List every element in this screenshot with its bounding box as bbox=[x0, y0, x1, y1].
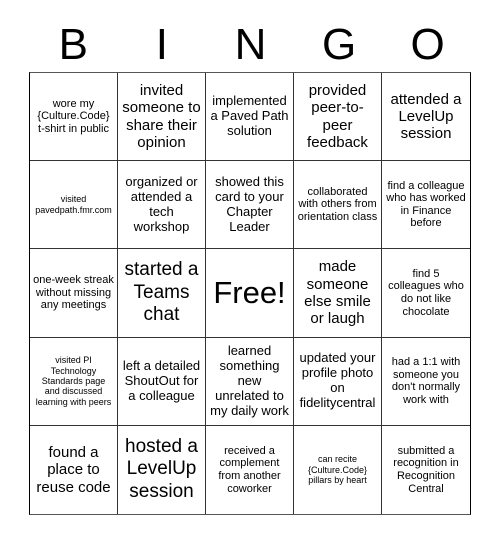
free-space-cell[interactable]: Free! bbox=[206, 249, 294, 338]
bingo-cell-text: received a complement from another cowor… bbox=[218, 444, 281, 495]
bingo-cell[interactable]: left a detailed ShoutOut for a colleague bbox=[118, 337, 206, 426]
bingo-cell[interactable]: visited PI Technology Standards page and… bbox=[30, 337, 118, 426]
bingo-cell-text: found a place to reuse code bbox=[36, 444, 111, 496]
bingo-cell-text: find a colleague who has worked in Finan… bbox=[386, 179, 466, 230]
bingo-cell[interactable]: visited pavedpath.fmr.com bbox=[30, 161, 118, 250]
bingo-cell-text: left a detailed ShoutOut for a colleague bbox=[122, 357, 201, 403]
bingo-cell[interactable]: found a place to reuse code bbox=[30, 425, 118, 514]
bingo-cell-text: organized or attended a tech workshop bbox=[125, 173, 198, 234]
header-letter-g: G bbox=[321, 20, 357, 69]
bingo-cell[interactable]: had a 1:1 with someone you don't normall… bbox=[382, 338, 470, 426]
bingo-cell-text: updated your profile photo on fidelityce… bbox=[299, 350, 376, 411]
bingo-cell[interactable]: received a complement from another cowor… bbox=[206, 425, 294, 514]
bingo-cell-text: showed this card to your Chapter Leader bbox=[215, 173, 284, 234]
header-letter-b: B bbox=[58, 20, 88, 69]
bingo-cell-text: one-week streak without missing any meet… bbox=[33, 274, 114, 312]
bingo-cell-text: invited someone to share their opinion bbox=[122, 82, 201, 151]
bingo-cell-text: submitted a recognition in Recognition C… bbox=[393, 444, 459, 495]
bingo-cell-text: find 5 colleagues who do not like chocol… bbox=[388, 267, 464, 318]
bingo-cell-text: implemented a Paved Path solution bbox=[210, 93, 289, 139]
bingo-cell[interactable]: hosted a LevelUp session bbox=[118, 425, 206, 514]
bingo-cell[interactable]: made someone else smile or laugh bbox=[294, 249, 382, 338]
bingo-cell-text: can recite {Culture.Code} pillars by hea… bbox=[307, 454, 368, 486]
free-space-label: Free! bbox=[213, 275, 286, 311]
bingo-cell[interactable]: one-week streak without missing any meet… bbox=[30, 249, 118, 338]
bingo-cell[interactable]: implemented a Paved Path solution bbox=[206, 73, 294, 162]
bingo-cell-text: had a 1:1 with someone you don't normall… bbox=[391, 355, 461, 406]
bingo-cell-text: collaborated with others from orientatio… bbox=[297, 185, 378, 224]
bingo-cell[interactable]: learned something new unrelated to my da… bbox=[206, 337, 294, 426]
bingo-cell[interactable]: find 5 colleagues who do not like chocol… bbox=[382, 249, 470, 338]
header-letter-o: O bbox=[410, 20, 445, 69]
bingo-cell-text: hosted a LevelUp session bbox=[125, 435, 198, 503]
bingo-cell[interactable]: updated your profile photo on fidelityce… bbox=[294, 337, 382, 426]
bingo-cell-text: attended a LevelUp session bbox=[390, 90, 462, 143]
bingo-cell-text: provided peer-to-peer feedback bbox=[307, 82, 368, 151]
bingo-cell[interactable]: attended a LevelUp session bbox=[382, 73, 470, 162]
bingo-cell[interactable]: started a Teams chat bbox=[118, 249, 206, 338]
header-letter-i: I bbox=[155, 20, 168, 69]
bingo-cell-text: wore my {Culture.Code} t-shirt in public bbox=[37, 97, 110, 135]
bingo-cell[interactable]: submitted a recognition in Recognition C… bbox=[382, 426, 470, 514]
bingo-cell-text: started a Teams chat bbox=[124, 258, 199, 326]
bingo-cell[interactable]: provided peer-to-peer feedback bbox=[294, 73, 382, 162]
bingo-header: B I N G O bbox=[29, 18, 472, 72]
bingo-cell[interactable]: wore my {Culture.Code} t-shirt in public bbox=[30, 73, 118, 162]
bingo-grid: wore my {Culture.Code} t-shirt in public… bbox=[29, 72, 471, 515]
bingo-cell[interactable]: organized or attended a tech workshop bbox=[118, 161, 206, 250]
bingo-cell[interactable]: collaborated with others from orientatio… bbox=[294, 161, 382, 250]
header-letter-n: N bbox=[234, 20, 267, 69]
bingo-cell-text: visited PI Technology Standards page and… bbox=[35, 355, 112, 407]
bingo-cell-text: made someone else smile or laugh bbox=[304, 258, 371, 328]
bingo-cell-text: visited pavedpath.fmr.com bbox=[35, 194, 112, 215]
bingo-cell[interactable]: showed this card to your Chapter Leader bbox=[206, 161, 294, 250]
bingo-cell[interactable]: can recite {Culture.Code} pillars by hea… bbox=[294, 425, 382, 514]
bingo-cell[interactable]: invited someone to share their opinion bbox=[118, 73, 206, 162]
bingo-cell[interactable]: find a colleague who has worked in Finan… bbox=[382, 161, 470, 250]
bingo-cell-text: learned something new unrelated to my da… bbox=[210, 342, 289, 418]
